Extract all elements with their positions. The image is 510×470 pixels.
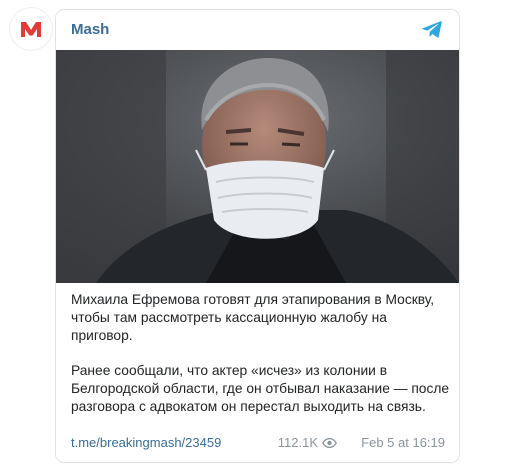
post-text: Михаила Ефремова готовят для этапировани… [71,291,451,433]
channel-name[interactable]: Mash [71,21,109,38]
views-counter: 112.1K [278,435,337,450]
telegram-plane-icon[interactable] [421,18,443,40]
post-footer: t.me/breakingmash/23459 112.1K Feb 5 at … [71,435,445,453]
post-date[interactable]: Feb 5 at 16:19 [361,435,445,450]
post-paragraph: Михаила Ефремова готовят для этапировани… [71,292,435,343]
mash-logo-icon [21,22,41,37]
views-count: 112.1K [277,435,318,450]
eye-icon [322,437,337,448]
post-header: Mash [56,10,459,50]
post-paragraph: Ранее сообщали, что актер «исчез» из кол… [71,363,450,414]
post-link[interactable]: t.me/breakingmash/23459 [71,435,221,450]
post-card: Mash Михаила Ефремова готовят для этапир… [55,9,460,463]
photo-illustration [56,50,459,283]
channel-avatar[interactable] [10,8,52,50]
post-photo[interactable] [56,50,459,283]
